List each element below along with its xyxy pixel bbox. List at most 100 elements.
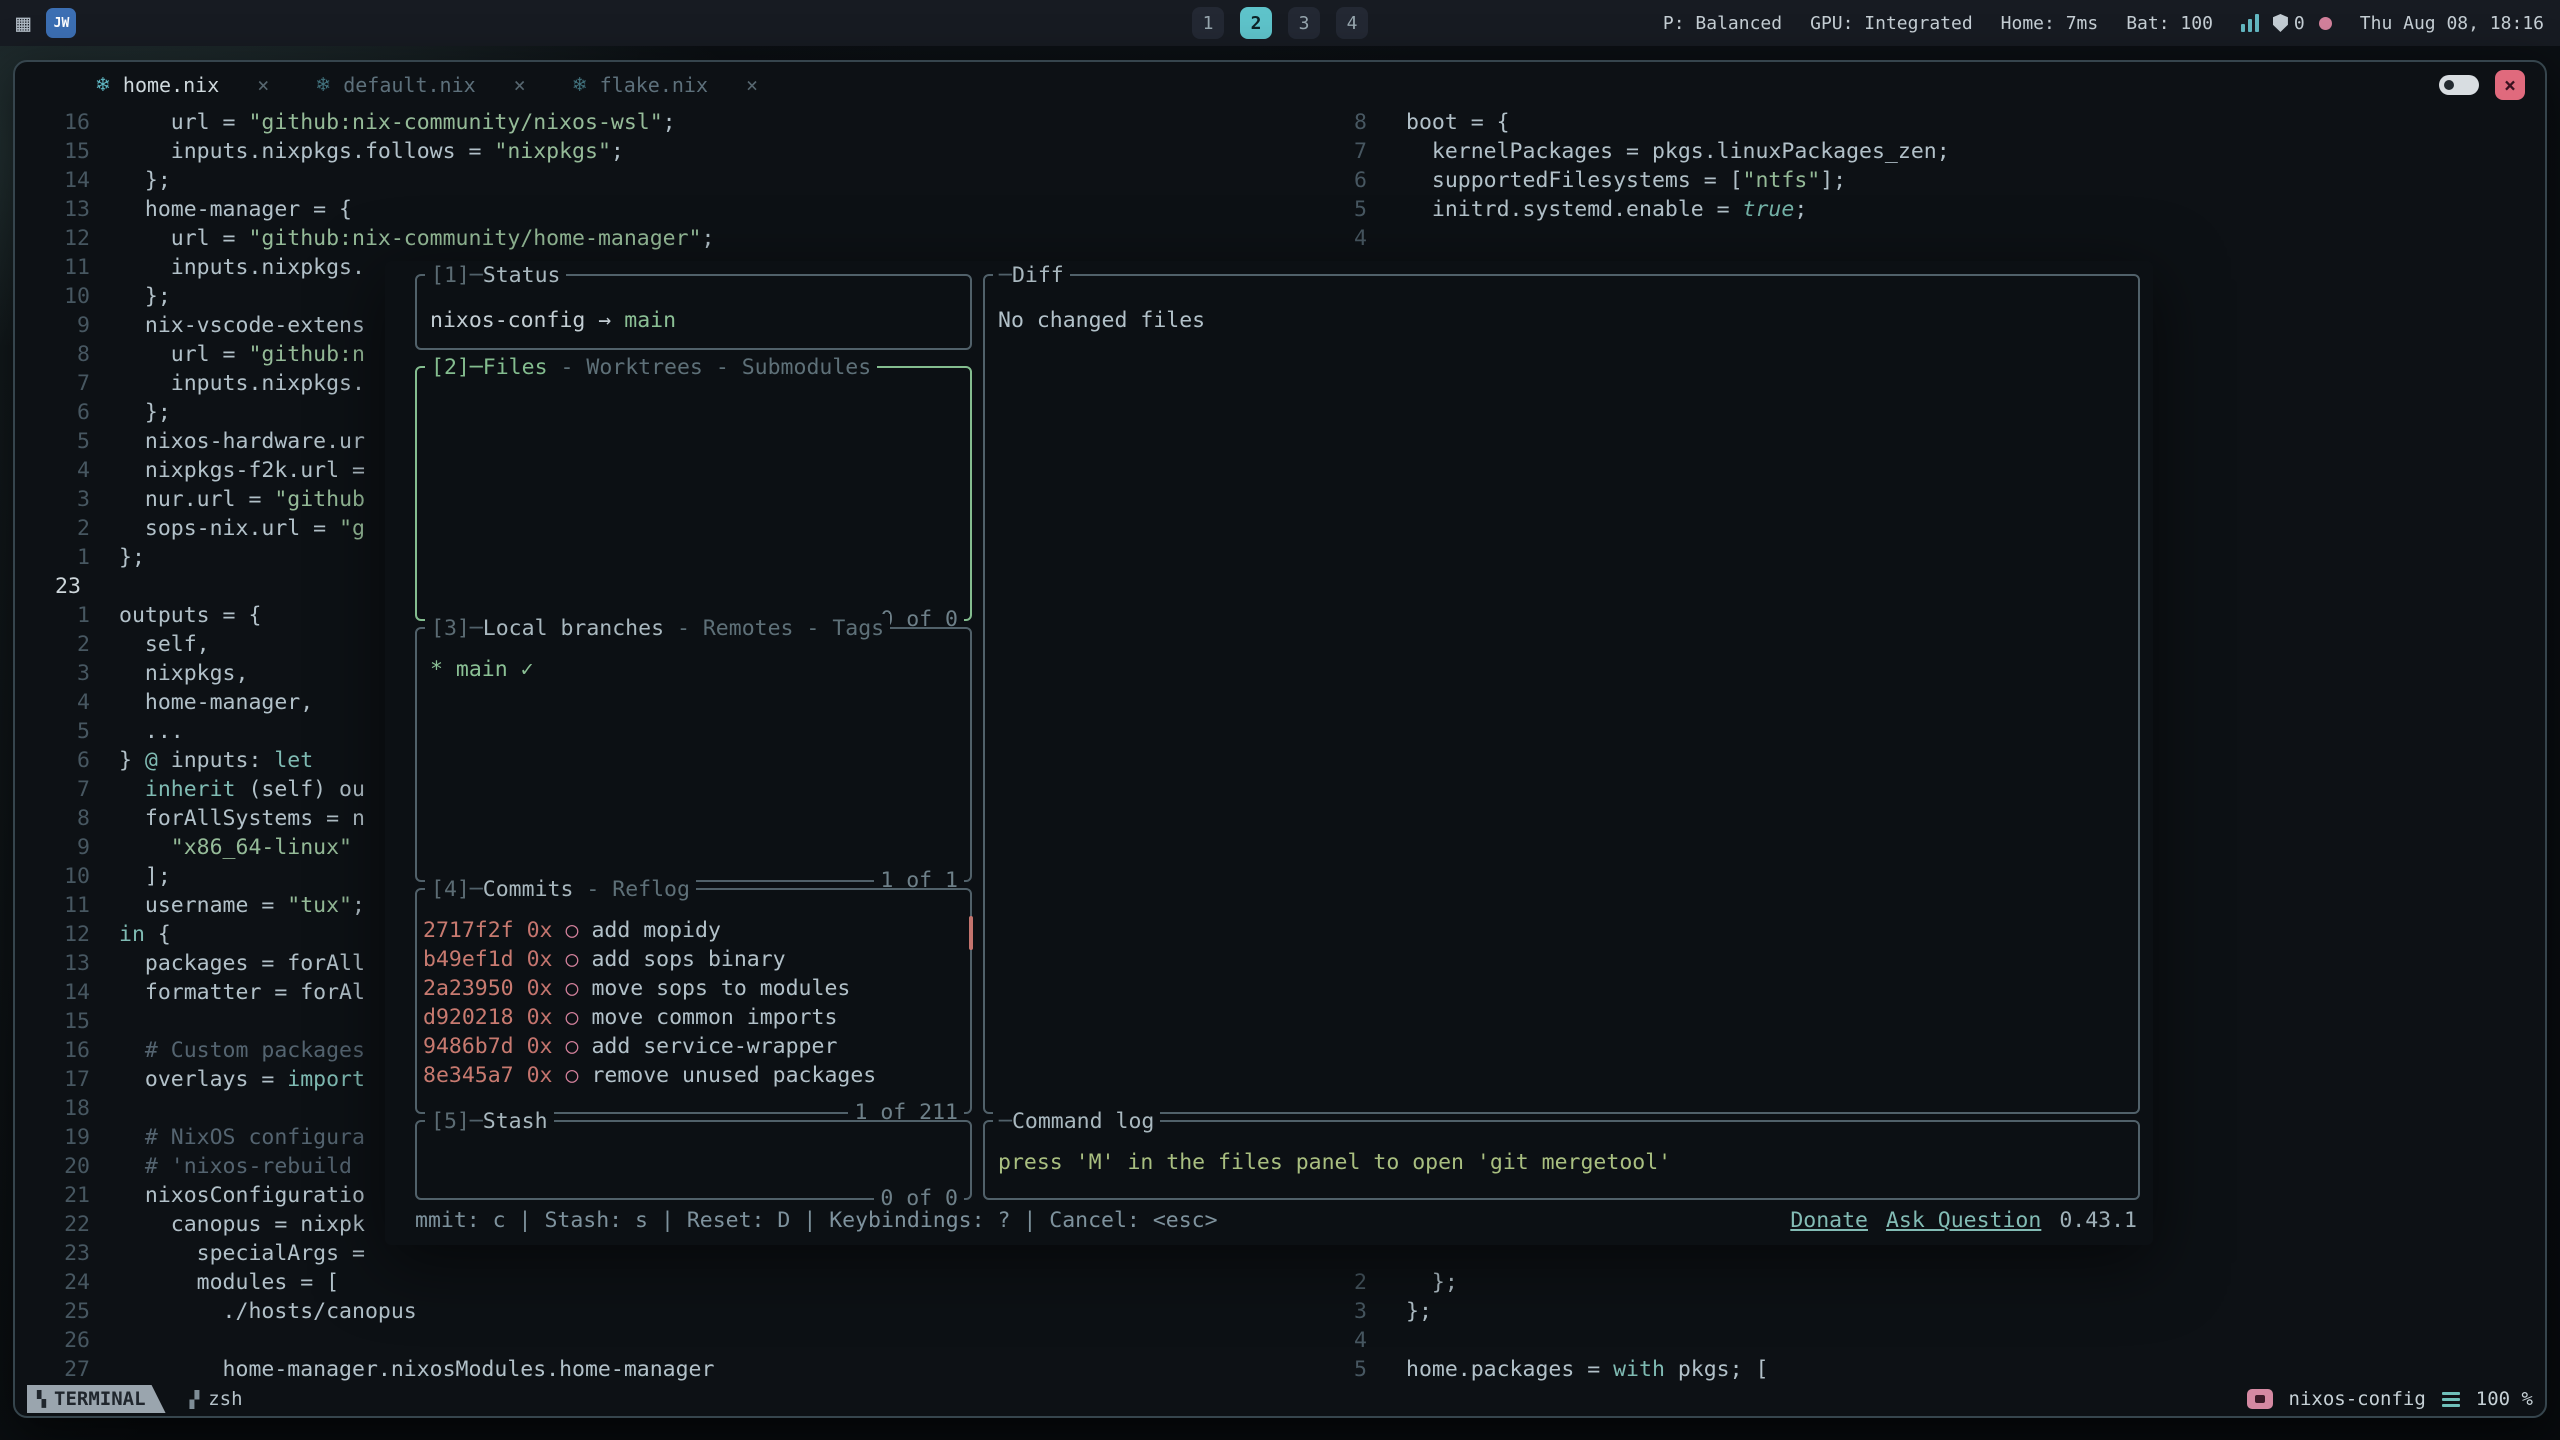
line-number: 2: [15, 630, 90, 659]
close-tab-icon[interactable]: ×: [514, 73, 526, 97]
line-number: 5: [1315, 195, 1367, 224]
panel-tab-Submodules[interactable]: Submodules: [742, 353, 871, 382]
statusbar: ▚ TERMINAL ▞ zsh nixos-config 100 %: [15, 1382, 2545, 1416]
command-log-content: press 'M' in the files panel to open 'gi…: [998, 1150, 1671, 1175]
code-line[interactable]: 3};: [1315, 1297, 2545, 1326]
tab-label: default.nix: [343, 73, 475, 97]
panel-tab-Tags[interactable]: Tags: [832, 614, 884, 643]
code-line[interactable]: 26: [15, 1326, 1315, 1355]
commit-row[interactable]: 9486b7d0x○add service-wrapper: [417, 1032, 970, 1061]
lazygit-branches-panel[interactable]: [3]─Local branches - Remotes - Tags * ma…: [415, 627, 972, 882]
close-tab-icon[interactable]: ×: [257, 73, 269, 97]
tab-zsh[interactable]: ▞ zsh: [190, 1388, 243, 1410]
code-line[interactable]: 25 ./hosts/canopus: [15, 1297, 1315, 1326]
app-badge-icon[interactable]: JW: [46, 8, 76, 38]
commits-list: 2717f2f0x○add mopidyb49ef1d0x○add sops b…: [417, 890, 970, 1090]
commit-author: 0x: [527, 1003, 553, 1032]
shell-tab-label: zsh: [208, 1388, 242, 1410]
commit-message: add mopidy: [591, 916, 720, 945]
code-line[interactable]: 12 url = "github:nix-community/home-mana…: [15, 224, 1315, 253]
code-line[interactable]: 24 modules = [: [15, 1268, 1315, 1297]
code-line[interactable]: 4: [1315, 224, 2545, 253]
lazygit-stash-panel[interactable]: [5]─Stash 0 of 0: [415, 1120, 972, 1200]
code-line[interactable]: 6 supportedFilesystems = ["ntfs"];: [1315, 166, 2545, 195]
panel-tab-Worktrees[interactable]: Worktrees: [586, 353, 703, 382]
code-line[interactable]: 13 home-manager = {: [15, 195, 1315, 224]
close-button[interactable]: ×: [2495, 70, 2525, 100]
line-number: 10: [15, 862, 90, 891]
tab-default.nix[interactable]: ❄default.nix×: [315, 73, 525, 97]
tab-flake.nix[interactable]: ❄flake.nix×: [572, 73, 758, 97]
code-line[interactable]: 2 };: [1315, 1268, 2545, 1297]
commit-hash: 2717f2f: [423, 916, 514, 945]
status-item: P: Balanced: [1663, 13, 1782, 34]
statusbar-right: nixos-config 100 %: [2247, 1388, 2533, 1410]
commit-row[interactable]: 8e345a70x○remove unused packages: [417, 1061, 970, 1090]
line-number: 20: [15, 1152, 90, 1181]
panel-tab-Commits[interactable]: Commits: [483, 875, 574, 904]
toggle-knob: [2444, 80, 2454, 90]
topbar-left: ▦ JW: [16, 8, 76, 38]
panel-title-label: Diff: [1012, 261, 1064, 290]
panel-tab-Files[interactable]: Files: [483, 353, 548, 382]
lazygit-commits-panel[interactable]: [4]─Commits - Reflog 2717f2f0x○add mopid…: [415, 888, 972, 1114]
lazygit-diff-panel[interactable]: ─Diff No changed files: [983, 274, 2140, 1114]
toggle-switch[interactable]: [2439, 75, 2479, 95]
commit-row[interactable]: b49ef1d0x○add sops binary: [417, 945, 970, 974]
line-number: 16: [15, 1036, 90, 1065]
panel-tab-Remotes[interactable]: Remotes: [703, 614, 794, 643]
clock: Thu Aug 08, 18:16: [2360, 13, 2544, 34]
lazygit-command-log-panel[interactable]: ─Command log press 'M' in the files pane…: [983, 1120, 2140, 1200]
line-number: 23: [15, 572, 90, 601]
code-line[interactable]: 4: [1315, 1326, 2545, 1355]
commit-row[interactable]: 2717f2f0x○add mopidy: [417, 916, 970, 945]
panel-tab-Local branches[interactable]: Local branches: [483, 614, 664, 643]
tab-home.nix[interactable]: ❄home.nix×: [95, 73, 269, 97]
branch-item[interactable]: * main ✓: [430, 657, 534, 682]
shell-tab-icon: ▞: [190, 1390, 200, 1409]
line-number: 19: [15, 1123, 90, 1152]
diff-content: No changed files: [998, 308, 1205, 333]
tray-icons: 0: [2241, 13, 2332, 34]
code-line[interactable]: 5 initrd.systemd.enable = true;: [1315, 195, 2545, 224]
lazygit-popup: [1]─Status nixos-config→main [2]─Files -…: [385, 261, 2153, 1245]
shield-icon[interactable]: 0: [2273, 13, 2305, 34]
ask-question-link[interactable]: Ask Question: [1886, 1206, 2041, 1235]
lazygit-files-panel[interactable]: [2]─Files - Worktrees - Submodules 0 of …: [415, 366, 972, 621]
code-line[interactable]: 16 url = "github:nix-community/nixos-wsl…: [15, 108, 1315, 137]
commits-scrollbar-thumb[interactable]: [969, 916, 973, 950]
commit-message: move sops to modules: [591, 974, 850, 1003]
commit-author: 0x: [527, 974, 553, 1003]
workspace-button-1[interactable]: 1: [1192, 7, 1224, 39]
branches-panel-title: [3]─Local branches - Remotes - Tags: [425, 614, 890, 643]
status-item: Home: 7ms: [2001, 13, 2099, 34]
code-line[interactable]: 15 inputs.nixpkgs.follows = "nixpkgs";: [15, 137, 1315, 166]
close-tab-icon[interactable]: ×: [746, 73, 758, 97]
panel-number: [5]: [431, 1107, 470, 1136]
donate-link[interactable]: Donate: [1790, 1206, 1868, 1235]
apps-grid-icon[interactable]: ▦: [16, 9, 30, 37]
code-line[interactable]: 8boot = {: [1315, 108, 2545, 137]
code-line[interactable]: 27 home-manager.nixosModules.home-manage…: [15, 1355, 1315, 1382]
workspace-button-2[interactable]: 2: [1240, 7, 1272, 39]
line-number: 13: [15, 949, 90, 978]
line-number: 9: [15, 833, 90, 862]
lazygit-status-panel[interactable]: [1]─Status nixos-config→main: [415, 274, 972, 350]
code-line[interactable]: 5home.packages = with pkgs; [: [1315, 1355, 2545, 1382]
line-number: 1: [15, 601, 90, 630]
workspace-button-3[interactable]: 3: [1288, 7, 1320, 39]
status-dot-icon[interactable]: [2319, 17, 2332, 30]
commit-author: 0x: [527, 1061, 553, 1090]
line-number: 8: [15, 804, 90, 833]
workspace-button-4[interactable]: 4: [1336, 7, 1368, 39]
commit-row[interactable]: d9202180x○move common imports: [417, 1003, 970, 1032]
panel-tab-Reflog[interactable]: Reflog: [612, 875, 690, 904]
commit-row[interactable]: 2a239500x○move sops to modules: [417, 974, 970, 1003]
wifi-icon[interactable]: [2241, 14, 2259, 32]
files-panel-title: [2]─Files - Worktrees - Submodules: [425, 353, 877, 382]
status-items: P: BalancedGPU: IntegratedHome: 7msBat: …: [1663, 13, 2213, 34]
line-number: 2: [15, 514, 90, 543]
code-line[interactable]: 14 };: [15, 166, 1315, 195]
line-number: 22: [15, 1210, 90, 1239]
code-line[interactable]: 7 kernelPackages = pkgs.linuxPackages_ze…: [1315, 137, 2545, 166]
